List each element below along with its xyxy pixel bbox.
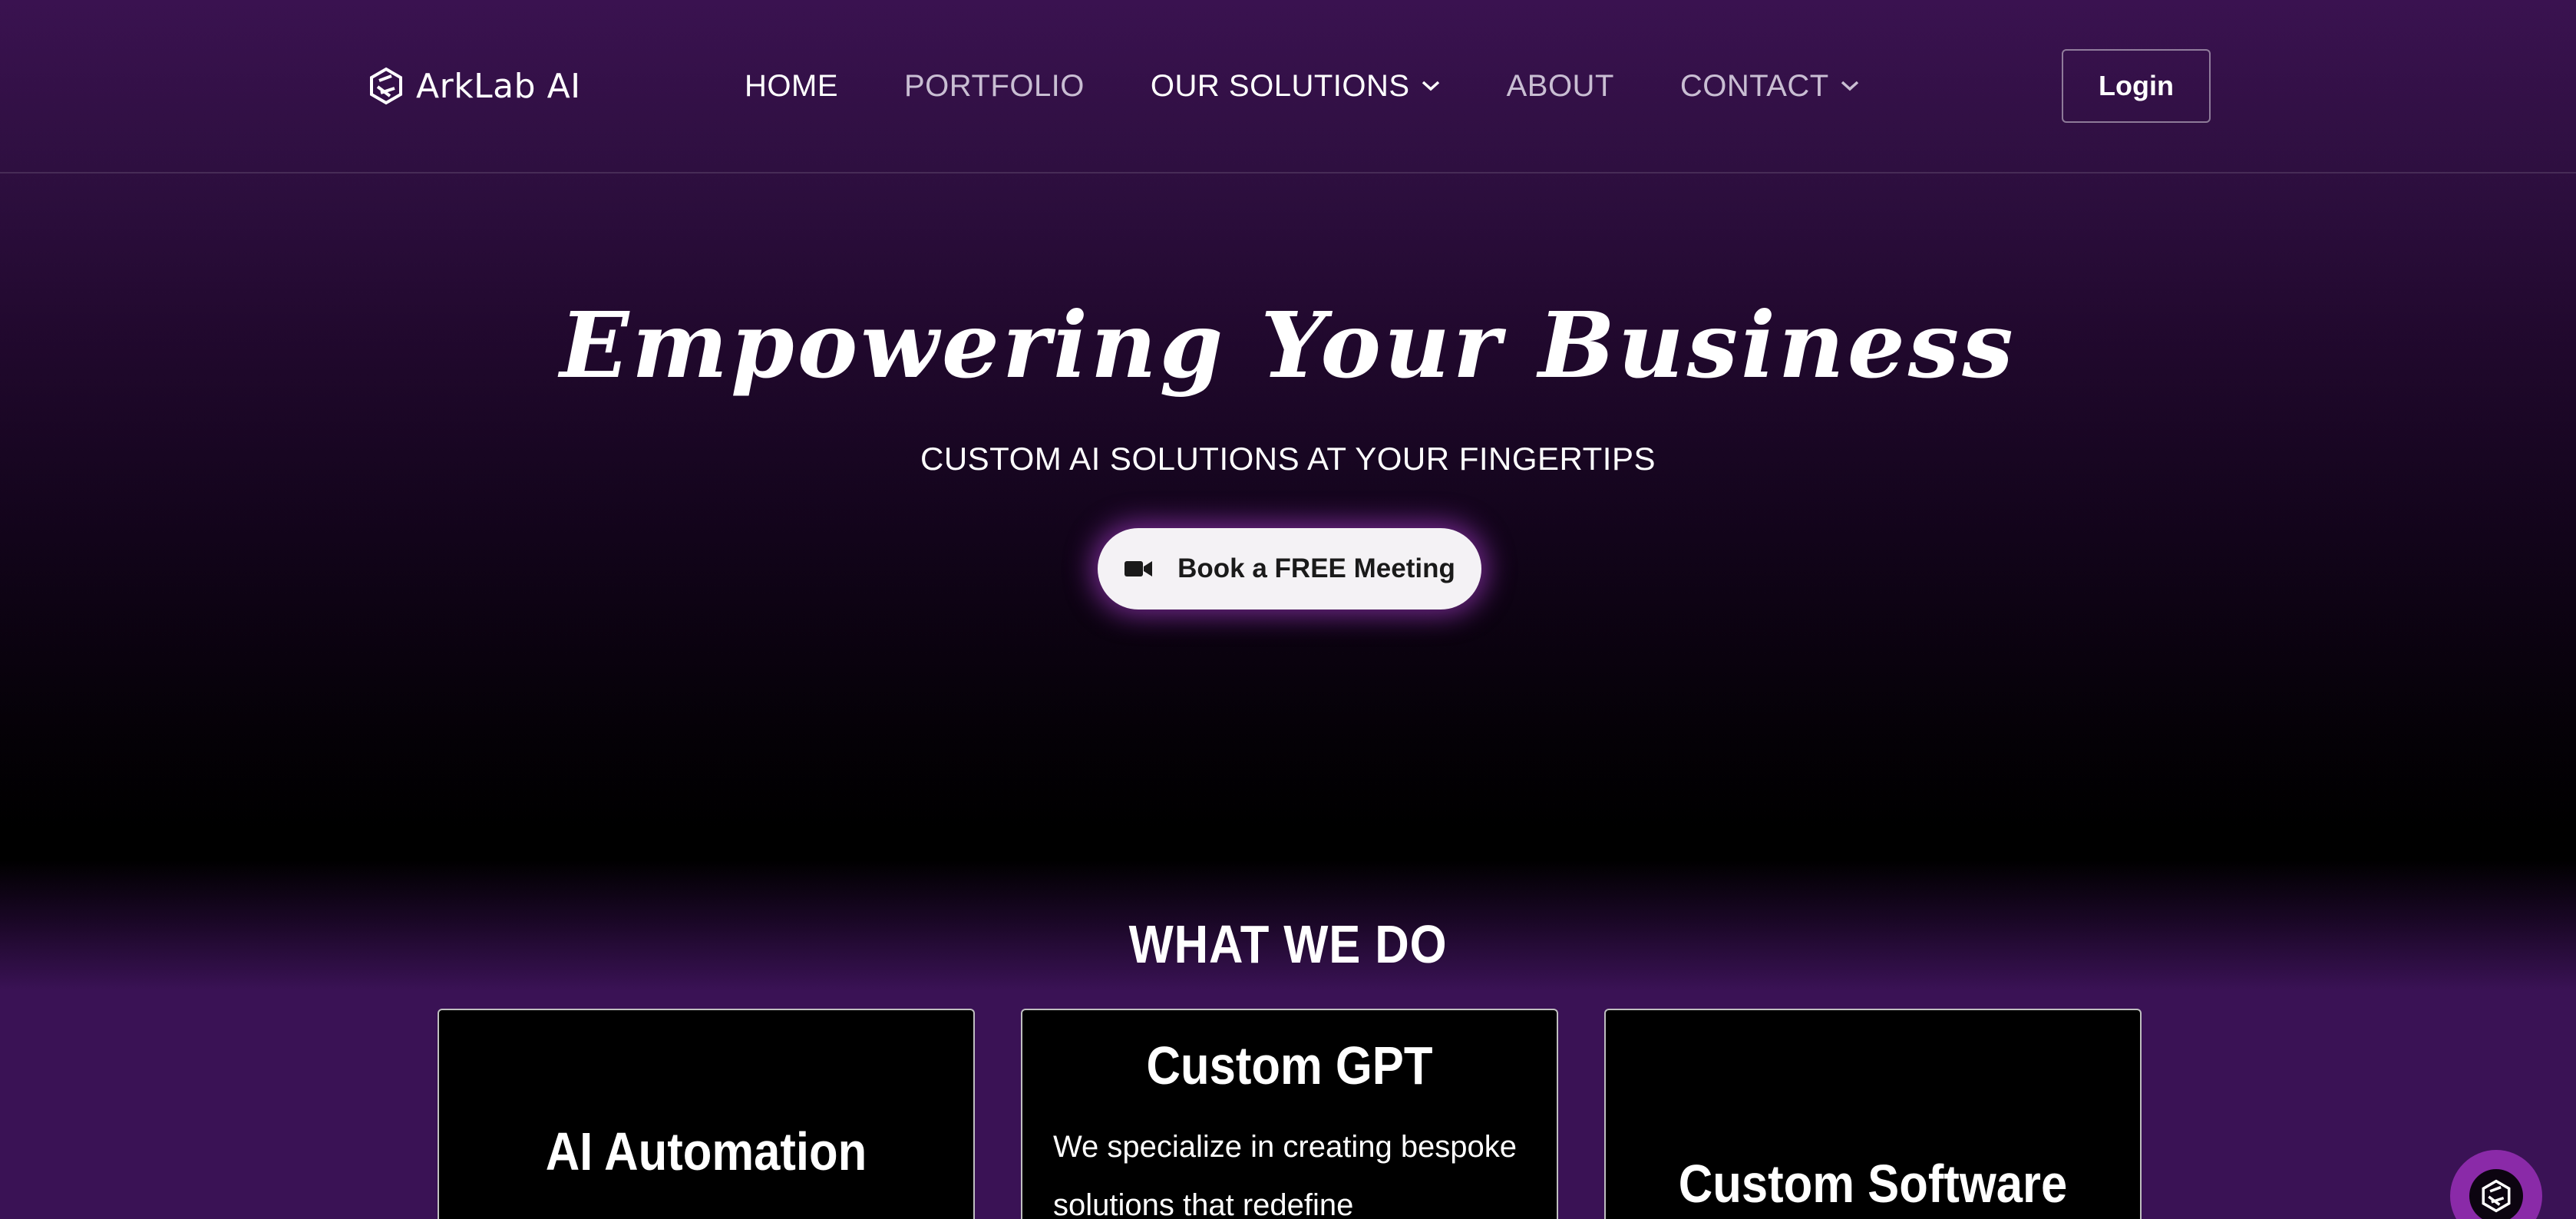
logo-text: ArkLab AI	[416, 66, 581, 106]
logo[interactable]: ArkLab AI	[368, 63, 581, 109]
nav-contact[interactable]: CONTACT	[1680, 69, 1860, 104]
card-title: AI Automation	[545, 1122, 867, 1181]
nav-portfolio[interactable]: PORTFOLIO	[904, 69, 1085, 104]
book-meeting-label: Book a FREE Meeting	[1177, 553, 1455, 583]
nav-about-label: ABOUT	[1506, 68, 1614, 103]
chat-widget-button[interactable]	[2450, 1150, 2542, 1219]
nav-about[interactable]: ABOUT	[1507, 69, 1614, 104]
card-title: Custom GPT	[1146, 1036, 1433, 1095]
hero-title: Empowering Your Business	[560, 292, 2016, 398]
chevron-down-icon	[1422, 81, 1439, 91]
site-header: ArkLab AI HOME PORTFOLIO OUR SOLUTIONS A…	[0, 0, 2576, 173]
nav-our-solutions[interactable]: OUR SOLUTIONS	[1151, 69, 1441, 104]
chevron-down-icon	[1841, 81, 1858, 91]
section-title: WHAT WE DO	[1128, 914, 1448, 974]
service-card-ai-automation[interactable]: AI Automation	[438, 1009, 975, 1219]
service-card-custom-gpt[interactable]: Custom GPT We specialize in creating bes…	[1021, 1009, 1558, 1219]
book-meeting-button[interactable]: Book a FREE Meeting	[1098, 528, 1481, 610]
arklab-logo-icon	[370, 67, 402, 105]
login-button[interactable]: Login	[2062, 49, 2211, 123]
nav-home[interactable]: HOME	[745, 69, 838, 104]
card-title: Custom Software	[1678, 1154, 2068, 1214]
nav-portfolio-label: PORTFOLIO	[904, 68, 1085, 103]
nav-contact-label: CONTACT	[1679, 68, 1829, 103]
main-nav: HOME PORTFOLIO OUR SOLUTIONS ABOUT CONTA…	[745, 63, 1860, 109]
video-camera-icon	[1125, 561, 1153, 576]
service-card-custom-software[interactable]: Custom Software	[1604, 1009, 2142, 1219]
chat-widget-inner	[2469, 1169, 2523, 1219]
hero-subtitle: CUSTOM AI SOLUTIONS AT YOUR FINGERTIPS	[920, 441, 1656, 477]
arklab-logo-icon	[2482, 1179, 2511, 1213]
nav-our-solutions-label: OUR SOLUTIONS	[1150, 68, 1410, 103]
card-body: We specialize in creating bespoke soluti…	[1053, 1130, 1518, 1219]
nav-home-label: HOME	[745, 68, 838, 103]
